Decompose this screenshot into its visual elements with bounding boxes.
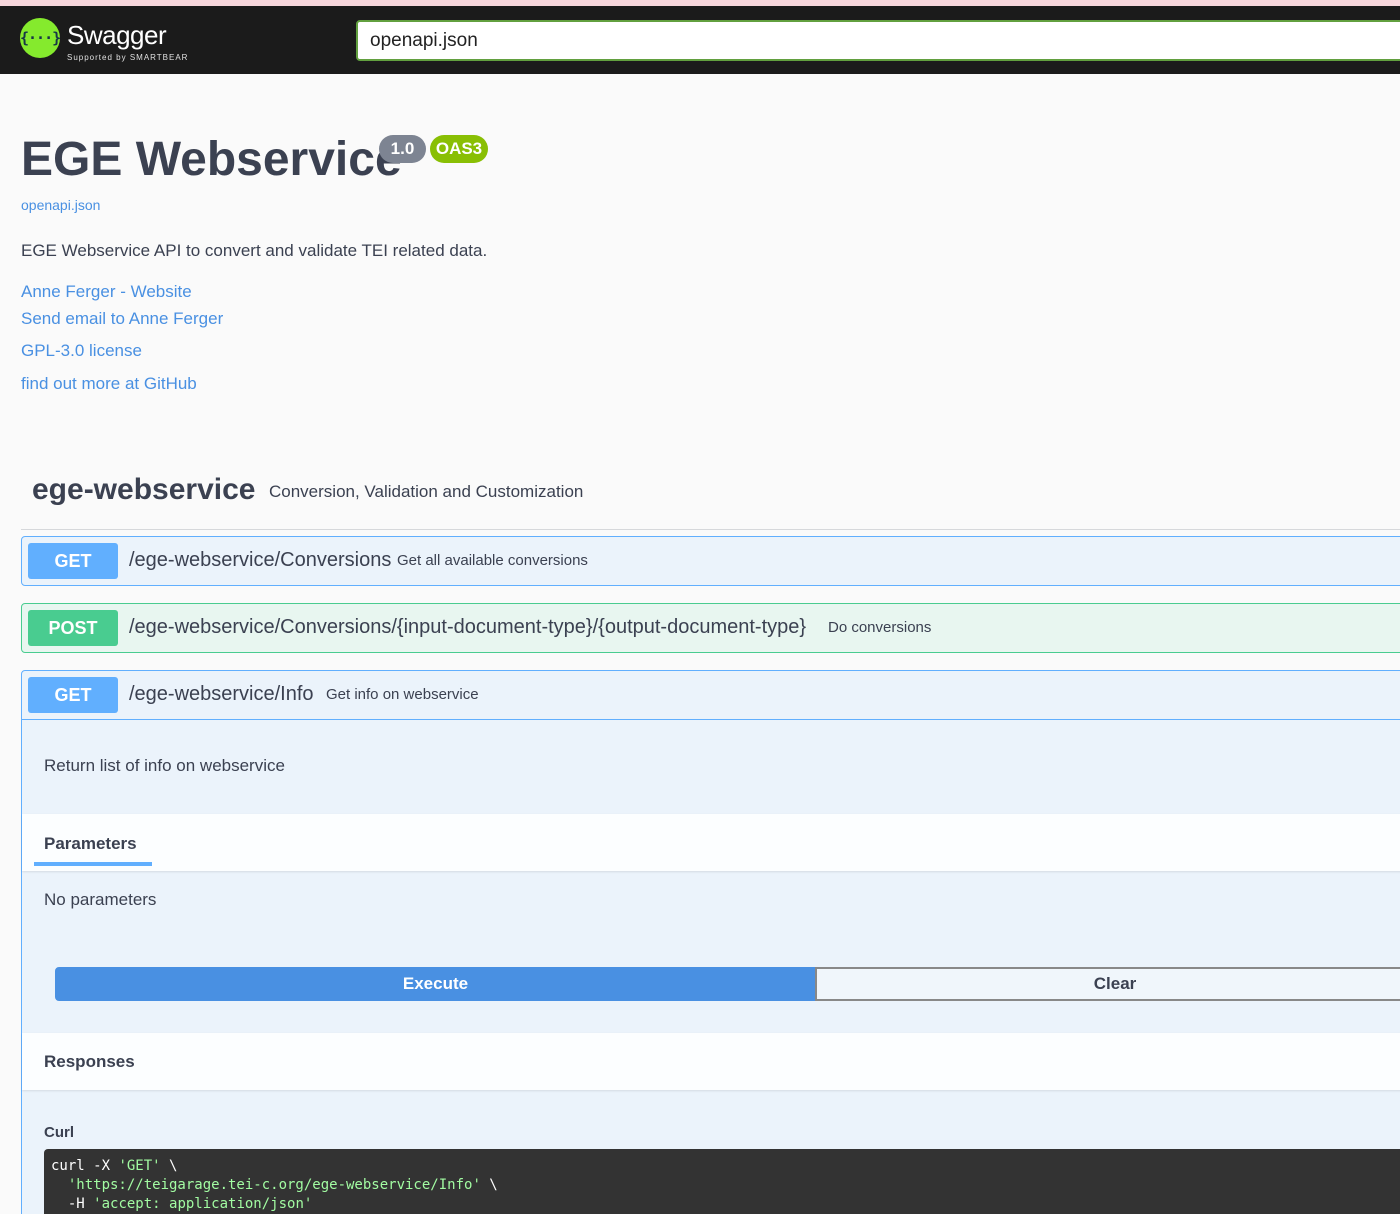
method-badge: GET <box>28 543 118 579</box>
operation-summary-bar[interactable]: GET /ege-webservice/Conversions Get all … <box>22 537 1400 585</box>
operation-summary-bar[interactable]: POST /ege-webservice/Conversions/{input-… <box>22 604 1400 652</box>
parameters-header: Parameters <box>22 814 1400 871</box>
curl-text: \ <box>480 1177 498 1193</box>
responses-header: Responses <box>22 1033 1400 1090</box>
contact-email-link[interactable]: Send email to Anne Ferger <box>21 309 223 329</box>
operation-summary-bar[interactable]: GET /ege-webservice/Info Get info on web… <box>22 671 1400 719</box>
active-tab-indicator <box>34 862 152 866</box>
external-docs-link[interactable]: find out more at GitHub <box>21 374 197 394</box>
spec-file-link[interactable]: openapi.json <box>21 197 100 213</box>
api-description: EGE Webservice API to convert and valida… <box>21 241 488 260</box>
curl-text <box>51 1177 68 1193</box>
swagger-logo-subtitle: Supported by SMARTBEAR <box>67 53 189 62</box>
curl-string: 'https://teigarage.tei-c.org/ege-webserv… <box>67 1177 481 1193</box>
tag-name: ege-webservice <box>32 473 256 506</box>
responses-title: Responses <box>44 1052 135 1071</box>
tag-description: Conversion, Validation and Customization <box>269 482 584 501</box>
contact-website-link[interactable]: Anne Ferger - Website <box>21 282 192 302</box>
license-link[interactable]: GPL-3.0 license <box>21 341 142 361</box>
spec-url-input[interactable] <box>356 20 1400 61</box>
operation-path: /ege-webservice/Conversions <box>129 549 392 571</box>
tag-section-header[interactable]: ege-webservice Conversion, Validation an… <box>21 470 1400 530</box>
method-badge: GET <box>28 677 118 713</box>
operation-summary: Do conversions <box>828 619 932 636</box>
no-parameters-text: No parameters <box>44 890 157 909</box>
operation-path: /ege-webservice/Conversions/{input-docum… <box>129 616 807 638</box>
clear-button[interactable]: Clear <box>815 967 1400 1001</box>
operation-get-info: GET /ege-webservice/Info Get info on web… <box>21 670 1400 1214</box>
curl-code-block[interactable]: curl -X 'GET' \ 'https://teigarage.tei-c… <box>44 1149 1400 1214</box>
curl-string: 'accept: application/json' <box>93 1196 313 1212</box>
operation-body: Return list of info on webservice Parame… <box>22 719 1400 1214</box>
operation-get-conversions: GET /ege-webservice/Conversions Get all … <box>21 536 1400 586</box>
curl-label: Curl <box>44 1124 74 1141</box>
operation-summary: Get info on webservice <box>326 686 479 703</box>
api-title: EGE Webservice <box>21 133 402 186</box>
operation-summary: Get all available conversions <box>397 552 588 569</box>
curl-text: curl -X <box>51 1158 119 1174</box>
swagger-topbar: {···} Swagger Supported by SMARTBEAR <box>0 6 1400 74</box>
operation-description: Return list of info on webservice <box>44 756 285 775</box>
tab-parameters[interactable]: Parameters <box>44 834 137 854</box>
oas-badge: OAS3 <box>430 135 488 163</box>
execute-button[interactable]: Execute <box>55 967 816 1001</box>
curl-text: -H <box>51 1196 94 1212</box>
method-badge: POST <box>28 610 118 646</box>
operation-post-conversion: POST /ege-webservice/Conversions/{input-… <box>21 603 1400 653</box>
curl-string: 'GET' <box>118 1158 161 1174</box>
swagger-logo-icon[interactable]: {···} <box>20 18 61 58</box>
version-badge: 1.0 <box>379 135 426 163</box>
swagger-logo-title[interactable]: Swagger <box>67 20 167 51</box>
operation-path: /ege-webservice/Info <box>129 683 314 705</box>
curl-text: \ <box>160 1158 178 1174</box>
